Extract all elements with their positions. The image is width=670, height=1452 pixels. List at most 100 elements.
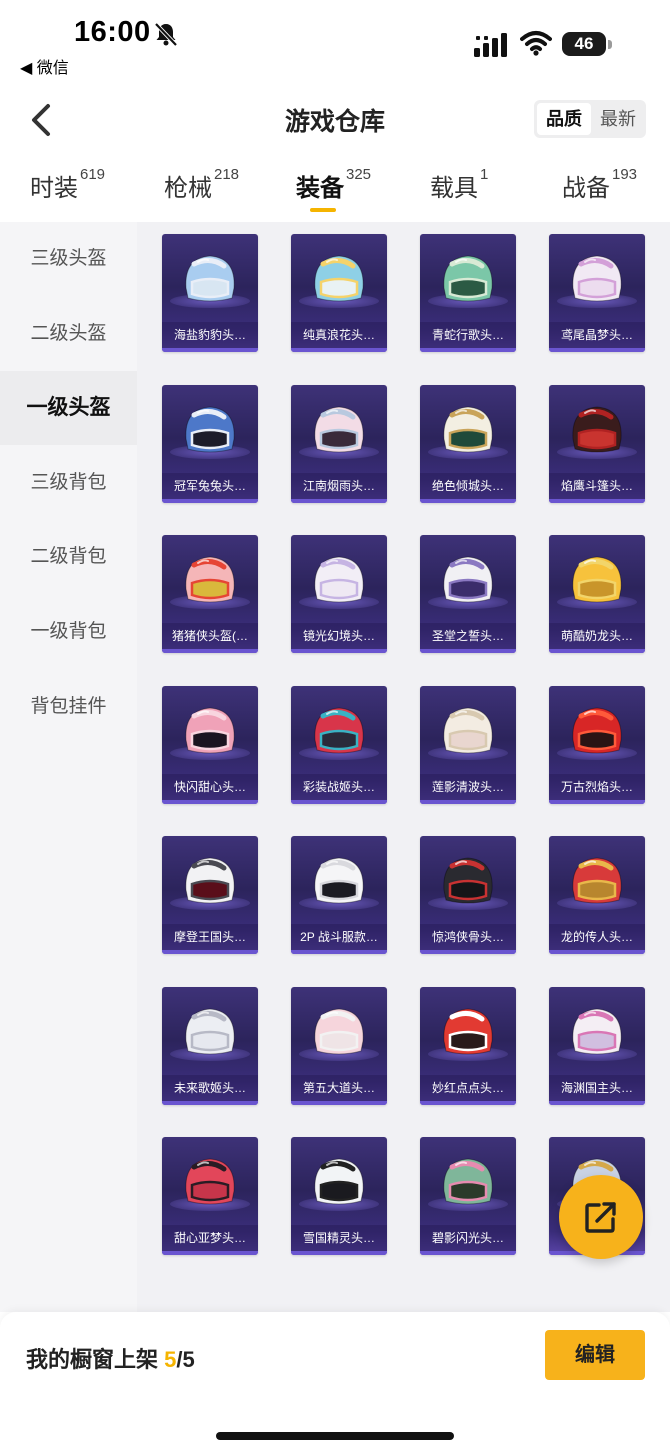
subcategory-sidebar: 三级头盔 二级头盔 一级头盔 三级背包 二级背包 一级背包 背包挂件 <box>0 222 137 1312</box>
item-card[interactable]: 未来歌姬头… <box>162 986 258 1105</box>
edit-button[interactable]: 编辑 <box>545 1330 645 1380</box>
helmet-icon <box>185 857 235 904</box>
item-name: 绝色倾城头… <box>420 472 516 499</box>
tab-label: 枪械 <box>164 175 212 202</box>
sidebar-item-level1-backpack[interactable]: 一级背包 <box>0 595 137 669</box>
helmet-icon <box>572 857 622 904</box>
item-card[interactable]: 冠军兔兔头… <box>162 384 258 503</box>
helmet-icon <box>443 706 493 753</box>
tab-label: 装备 <box>296 175 344 202</box>
item-card[interactable]: 彩装战姬头… <box>291 685 387 804</box>
item-card[interactable]: 碧影闪光头… <box>420 1137 516 1255</box>
tab-fashion[interactable]: 时装619 <box>30 166 105 203</box>
item-name: 摩登王国头… <box>162 924 258 950</box>
helmet-icon <box>443 857 493 904</box>
item-name: 圣堂之誓头… <box>420 623 516 649</box>
item-card[interactable]: 2P 战斗服款… <box>291 836 387 954</box>
item-name: 焰鹰斗篷头… <box>549 472 645 499</box>
helmet-icon <box>314 405 364 452</box>
item-card[interactable]: 江南烟雨头… <box>291 384 387 503</box>
item-name: 2P 战斗服款… <box>291 924 387 950</box>
bottom-bar: 我的橱窗上架 5/5 编辑 <box>0 1312 670 1452</box>
item-card[interactable]: 甜心亚梦头… <box>162 1137 258 1255</box>
tab-count: 218 <box>214 166 240 183</box>
battery-level: 46 <box>562 32 606 56</box>
status-bar: 16:00 ◀ 微信 46 <box>0 0 670 80</box>
showcase-current-count: 5 <box>164 1347 177 1372</box>
item-card[interactable]: 焰鹰斗篷头… <box>549 384 645 503</box>
helmet-icon <box>314 255 364 302</box>
item-card[interactable]: 猪猪侠头盔(… <box>162 535 258 653</box>
helmet-icon <box>572 706 622 753</box>
item-name: 彩装战姬头… <box>291 773 387 800</box>
item-name: 冠军兔兔头… <box>162 472 258 499</box>
showcase-total-count: /5 <box>176 1347 195 1372</box>
item-card[interactable]: 妙红点点头… <box>420 986 516 1105</box>
share-export-icon <box>585 1202 616 1233</box>
helmet-icon <box>314 1007 364 1054</box>
item-name: 妙红点点头… <box>420 1074 516 1101</box>
item-card[interactable]: 纯真浪花头… <box>291 234 387 352</box>
tab-battle-gear[interactable]: 战备193 <box>562 166 637 203</box>
item-name: 未来歌姬头… <box>162 1074 258 1101</box>
item-grid: 海盐豹豹头… 纯真浪花头… 青蛇行歌头… 鸢尾晶梦头… 冠军兔兔头… 江南烟雨头… 绝色倾城… <box>137 222 670 1312</box>
item-card[interactable]: 第五大道头… <box>291 986 387 1105</box>
active-tab-indicator <box>310 208 336 212</box>
item-card[interactable]: 莲影清波头… <box>420 685 516 804</box>
item-card[interactable]: 镜光幻境头… <box>291 535 387 653</box>
helmet-icon <box>443 1007 493 1054</box>
item-name: 莲影清波头… <box>420 773 516 800</box>
sidebar-item-level3-helmet[interactable]: 三级头盔 <box>0 222 137 296</box>
sidebar-item-level3-backpack[interactable]: 三级背包 <box>0 446 137 520</box>
item-card[interactable]: 雪国精灵头… <box>291 1137 387 1255</box>
item-name: 鸢尾晶梦头… <box>549 322 645 348</box>
item-card[interactable]: 海渊国主头… <box>549 986 645 1105</box>
item-name: 青蛇行歌头… <box>420 322 516 348</box>
item-card[interactable]: 惊鸿侠骨头… <box>420 836 516 954</box>
item-card[interactable]: 龙的传人头… <box>549 836 645 954</box>
item-name: 镜光幻境头… <box>291 623 387 649</box>
helmet-icon <box>185 1158 235 1205</box>
sort-by-quality-button[interactable]: 品质 <box>537 103 591 135</box>
nav-bar: 游戏仓库 品质 最新 <box>0 90 670 150</box>
helmet-icon <box>185 556 235 603</box>
item-card[interactable]: 鸢尾晶梦头… <box>549 234 645 352</box>
item-card[interactable]: 青蛇行歌头… <box>420 234 516 352</box>
helmet-icon <box>185 1007 235 1054</box>
sort-by-newest-button[interactable]: 最新 <box>591 103 645 135</box>
wifi-icon <box>520 31 552 56</box>
helmet-icon <box>443 1158 493 1205</box>
sort-toggle: 品质 最新 <box>534 100 646 138</box>
item-card[interactable]: 海盐豹豹头… <box>162 234 258 352</box>
tab-firearms[interactable]: 枪械218 <box>164 166 240 203</box>
showcase-label: 我的橱窗上架 <box>26 1347 159 1372</box>
battery-indicator: 46 <box>562 32 612 58</box>
item-card[interactable]: 绝色倾城头… <box>420 384 516 503</box>
helmet-icon <box>572 405 622 452</box>
item-card[interactable]: 圣堂之誓头… <box>420 535 516 653</box>
item-card[interactable]: 万古烈焰头… <box>549 685 645 804</box>
item-name: 碧影闪光头… <box>420 1225 516 1251</box>
sidebar-item-backpack-charm[interactable]: 背包挂件 <box>0 670 137 744</box>
item-name: 快闪甜心头… <box>162 773 258 800</box>
helmet-icon <box>185 706 235 753</box>
item-name: 江南烟雨头… <box>291 472 387 499</box>
battery-cap <box>608 40 612 49</box>
sidebar-item-level2-backpack[interactable]: 二级背包 <box>0 520 137 594</box>
sidebar-item-level2-helmet[interactable]: 二级头盔 <box>0 297 137 371</box>
item-name: 海渊国主头… <box>549 1074 645 1101</box>
tab-count: 325 <box>346 166 372 183</box>
item-card[interactable]: 快闪甜心头… <box>162 685 258 804</box>
item-card[interactable]: 摩登王国头… <box>162 836 258 954</box>
helmet-icon <box>443 255 493 302</box>
sidebar-item-level1-helmet[interactable]: 一级头盔 <box>0 371 137 445</box>
helmet-icon <box>314 706 364 753</box>
tab-vehicles[interactable]: 载具1 <box>430 166 489 203</box>
item-name: 猪猪侠头盔(… <box>162 623 258 649</box>
item-card[interactable]: 萌酷奶龙头… <box>549 535 645 653</box>
tab-count: 1 <box>480 166 489 183</box>
back-to-wechat-link[interactable]: ◀ 微信 <box>20 54 69 78</box>
share-floating-button[interactable] <box>559 1175 643 1259</box>
helmet-icon <box>314 857 364 904</box>
tab-equipment[interactable]: 装备325 <box>296 166 372 203</box>
